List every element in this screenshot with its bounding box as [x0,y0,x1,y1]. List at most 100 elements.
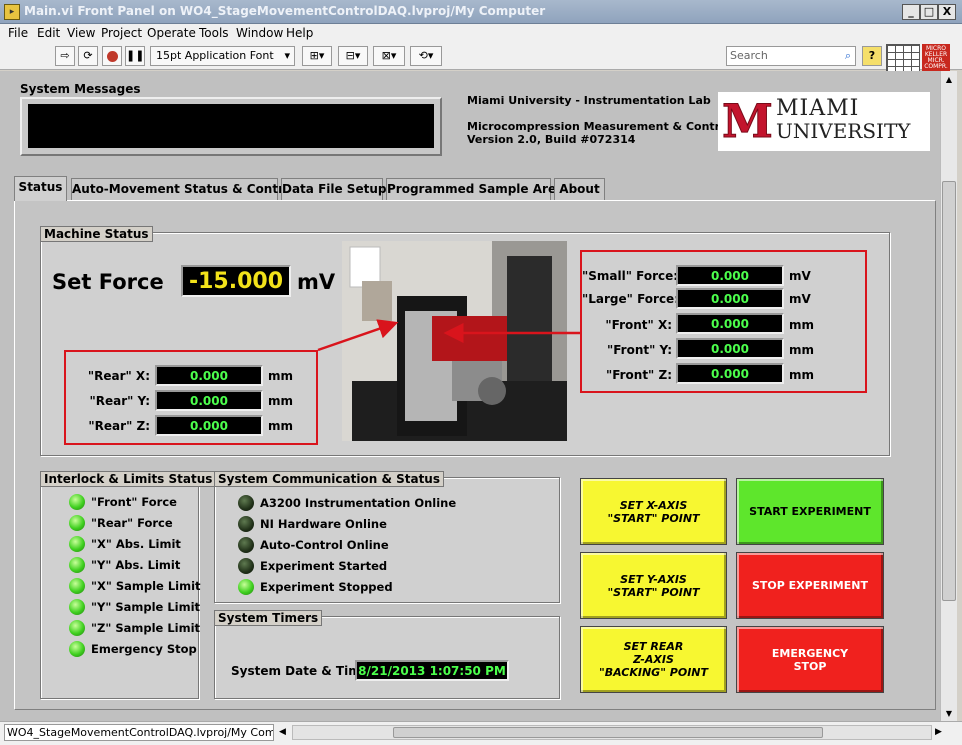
minimize-button[interactable]: _ [902,4,920,20]
front-z-unit: mm [789,368,815,382]
interlock-led-2 [69,536,85,552]
set-rear-z-backing-button[interactable]: SET REAR Z-AXIS "BACKING" POINT [580,626,727,693]
project-path: WO4_StageMovementControlDAQ.lvproj/My Co… [4,724,274,741]
tab-programmed-sample-area[interactable]: Programmed Sample Area [386,178,564,200]
search-placeholder: Search [730,49,768,62]
rear-x-label: "Rear" X: [87,369,150,383]
communication-label-3: Experiment Started [260,559,388,573]
title-bar: ▸ Main.vi Front Panel on WO4_StageMoveme… [0,0,962,24]
system-date-time-label: System Date & Time: [231,664,374,678]
close-button[interactable]: X [938,4,956,20]
tab-auto-movement[interactable]: Auto-Movement Status & Control [71,178,296,200]
menu-window[interactable]: Window [236,26,283,40]
timers-group [214,616,560,699]
interlock-title: Interlock & Limits Status [40,471,217,487]
front-x-label: "Front" X: [605,318,672,332]
small-force-unit: mV [789,269,811,283]
interlock-label-3: "Y" Abs. Limit [91,558,181,572]
toolbar: ⇨ ⟳ ❚❚ 15pt Application Font ▾ ⊞▾ ⊟▾ ⊠▾ … [0,42,962,104]
stop-experiment-button[interactable]: STOP EXPERIMENT [736,552,884,619]
emergency-stop-button[interactable]: EMERGENCY STOP [736,626,884,693]
distribute-objects-icon[interactable]: ⊟▾ [338,46,368,66]
interlock-label-6: "Z" Sample Limit [91,621,201,635]
communication-title: System Communication & Status [214,471,444,487]
timers-title: System Timers [214,610,323,626]
reorder-icon[interactable]: ⟲▾ [410,46,442,66]
small-force-label: "Small" Force: [582,269,679,283]
horizontal-scroll-thumb[interactable] [393,727,823,738]
set-force-label: Set Force [52,270,164,294]
font-dropdown[interactable]: 15pt Application Font ▾ [150,46,295,66]
interlock-led-7 [69,641,85,657]
vertical-scroll-thumb[interactable] [942,181,956,601]
scroll-right-icon[interactable]: ▶ [935,725,945,740]
front-x-indicator: 0.000 [676,313,784,334]
communication-led-0 [238,495,254,511]
context-help-icon[interactable]: ? [862,46,882,66]
logo-letter: M [722,94,774,148]
interlock-label-2: "X" Abs. Limit [91,537,181,551]
scroll-up-icon[interactable]: ▲ [942,73,956,87]
interlock-label-4: "X" Sample Limit [91,579,201,593]
menu-project[interactable]: Project [101,26,142,40]
communication-led-4 [238,579,254,595]
communication-label-2: Auto-Control Online [260,538,389,552]
small-force-indicator: 0.000 [676,265,784,286]
set-x-start-button[interactable]: SET X-AXIS "START" POINT [580,478,727,545]
interlock-led-0 [69,494,85,510]
menu-edit[interactable]: Edit [37,26,60,40]
menu-operate[interactable]: Operate [147,26,196,40]
menu-file[interactable]: File [8,26,28,40]
large-force-unit: mV [789,292,811,306]
communication-led-3 [238,558,254,574]
search-icon: ⌕ [844,49,851,62]
communication-led-1 [238,516,254,532]
rear-x-indicator: 0.000 [155,365,263,386]
menu-tools[interactable]: Tools [199,26,229,40]
status-bar: WO4_StageMovementControlDAQ.lvproj/My Co… [0,721,962,745]
window-title: Main.vi Front Panel on WO4_StageMovement… [24,4,546,18]
scroll-down-icon[interactable]: ▼ [942,707,956,721]
logo-line1: MIAMI [776,96,860,121]
menu-view[interactable]: View [67,26,95,40]
communication-led-2 [238,537,254,553]
search-input[interactable]: Search ⌕ [726,46,856,66]
tab-status[interactable]: Status [14,176,67,201]
front-x-unit: mm [789,318,815,332]
pause-icon[interactable]: ❚❚ [125,46,145,66]
tab-data-file-setup[interactable]: Data File Setup [281,178,386,200]
communication-label-4: Experiment Stopped [260,580,393,594]
system-messages-label: System Messages [20,82,141,96]
large-force-label: "Large" Force: [582,292,679,306]
front-z-indicator: 0.000 [676,363,784,384]
logo-line2: UNIVERSITY [776,119,911,143]
menu-help[interactable]: Help [286,26,313,40]
labview-front-panel: ▸ Main.vi Front Panel on WO4_StageMoveme… [0,0,962,745]
front-y-indicator: 0.000 [676,338,784,359]
menu-bar: File Edit View Project Operate Tools Win… [0,24,962,42]
system-messages-frame [20,97,442,156]
abort-icon[interactable] [102,46,122,66]
labview-vi-icon: ▸ [4,4,20,20]
vertical-scrollbar[interactable]: ▲ ▼ [940,71,957,721]
run-continuously-icon[interactable]: ⟳ [78,46,98,66]
vi-icon: MICRO KELLER MICR. COMPR. [922,44,950,72]
rear-y-unit: mm [268,394,294,408]
interlock-label-0: "Front" Force [91,495,177,509]
resize-objects-icon[interactable]: ⊠▾ [373,46,405,66]
start-experiment-button[interactable]: START EXPERIMENT [736,478,884,545]
scroll-left-icon[interactable]: ◀ [279,725,289,740]
set-y-start-button[interactable]: SET Y-AXIS "START" POINT [580,552,727,619]
interlock-label-5: "Y" Sample Limit [91,600,201,614]
tab-about[interactable]: About [554,178,605,200]
run-arrow-icon[interactable]: ⇨ [55,46,75,66]
horizontal-scrollbar[interactable] [292,725,932,740]
interlock-led-5 [69,599,85,615]
lab-name: Miami University - Instrumentation Lab [467,94,711,107]
communication-label-0: A3200 Instrumentation Online [260,496,457,510]
maximize-button[interactable]: □ [920,4,938,20]
rear-x-unit: mm [268,369,294,383]
align-objects-icon[interactable]: ⊞▾ [302,46,332,66]
rear-y-indicator: 0.000 [155,390,263,411]
interlock-led-4 [69,578,85,594]
